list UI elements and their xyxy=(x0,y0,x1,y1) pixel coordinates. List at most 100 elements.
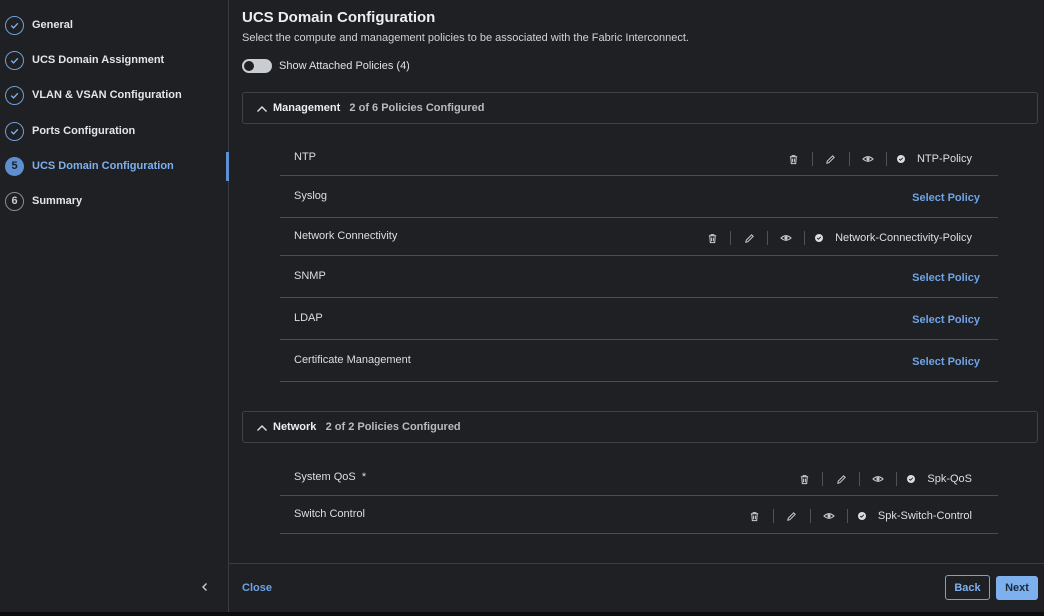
wizard-window: General UCS Domain Assignment VLAN & VSA… xyxy=(0,0,1044,612)
pencil-icon[interactable] xyxy=(823,151,839,167)
check-icon xyxy=(5,15,24,35)
attached-indicator-icon xyxy=(815,234,824,242)
eye-icon[interactable] xyxy=(860,151,876,167)
window-bottom-edge xyxy=(0,612,1044,616)
select-policy-link[interactable]: Select Policy xyxy=(912,356,980,368)
policy-actions: NTP-Policy xyxy=(786,151,972,167)
step-label: UCS Domain Configuration xyxy=(32,160,174,172)
attached-indicator-icon xyxy=(907,475,916,483)
policy-type-label: Syslog xyxy=(294,190,328,202)
policy-type-label: SNMP xyxy=(294,270,326,282)
separator xyxy=(848,152,850,166)
chevron-up-icon xyxy=(256,421,268,439)
pencil-icon[interactable] xyxy=(833,471,849,487)
trash-icon[interactable] xyxy=(704,230,720,246)
eye-icon[interactable] xyxy=(870,471,886,487)
policy-type-label: System QoS * xyxy=(294,471,367,483)
policy-row-snmp: SNMP Select Policy xyxy=(280,256,998,298)
check-icon xyxy=(5,50,24,70)
separator xyxy=(896,472,898,486)
separator xyxy=(767,231,769,245)
separator xyxy=(822,472,824,486)
separator xyxy=(730,231,732,245)
step-number-badge: 6 xyxy=(5,191,24,211)
check-icon xyxy=(5,121,24,141)
separator xyxy=(885,152,887,166)
separator xyxy=(846,509,848,523)
trash-icon[interactable] xyxy=(796,471,812,487)
network-section-header[interactable]: Network 2 of 2 Policies Configured xyxy=(242,411,1038,443)
policy-type-label: LDAP xyxy=(294,312,323,324)
active-step-indicator xyxy=(226,152,229,181)
collapse-sidebar-button[interactable] xyxy=(196,579,214,597)
step-label: Ports Configuration xyxy=(32,125,136,137)
attached-policy[interactable]: Spk-QoS xyxy=(907,473,972,485)
step-general[interactable]: General xyxy=(0,11,229,39)
footer-divider xyxy=(229,563,1044,564)
policy-type-label: NTP xyxy=(294,151,316,163)
policy-row-syslog: Syslog Select Policy xyxy=(280,176,998,218)
policy-row-system-qos: System QoS * Spk-QoS xyxy=(280,458,998,496)
attached-indicator-icon xyxy=(857,512,866,520)
management-section-header[interactable]: Management 2 of 6 Policies Configured xyxy=(242,92,1038,124)
eye-icon[interactable] xyxy=(821,508,837,524)
section-count: 2 of 2 Policies Configured xyxy=(325,421,461,433)
policy-actions: Spk-Switch-Control xyxy=(747,508,972,524)
section-count: 2 of 6 Policies Configured xyxy=(349,102,485,114)
back-button[interactable]: Back xyxy=(945,575,990,600)
step-summary[interactable]: 6 Summary xyxy=(0,187,229,215)
policy-row-network-connectivity: Network Connectivity Network-Connectivit… xyxy=(280,218,998,256)
attached-policy[interactable]: Network-Connectivity-Policy xyxy=(815,232,972,244)
page-title: UCS Domain Configuration xyxy=(242,9,436,26)
step-vlan-vsan-configuration[interactable]: VLAN & VSAN Configuration xyxy=(0,81,229,109)
trash-icon[interactable] xyxy=(786,151,802,167)
policy-row-ldap: LDAP Select Policy xyxy=(280,298,998,340)
show-attached-policies-toggle[interactable] xyxy=(242,59,272,73)
chevron-up-icon xyxy=(256,102,268,120)
separator xyxy=(809,509,811,523)
toggle-knob xyxy=(244,61,254,71)
step-label: Summary xyxy=(32,195,83,207)
pencil-icon[interactable] xyxy=(784,508,800,524)
section-title: Network 2 of 2 Policies Configured xyxy=(273,421,461,433)
step-number-badge: 5 xyxy=(5,156,24,176)
attached-policy[interactable]: Spk-Switch-Control xyxy=(857,510,972,522)
chevron-left-icon xyxy=(200,579,210,597)
trash-icon[interactable] xyxy=(747,508,763,524)
select-policy-link[interactable]: Select Policy xyxy=(912,272,980,284)
pencil-icon[interactable] xyxy=(741,230,757,246)
check-icon xyxy=(5,85,24,105)
next-button[interactable]: Next xyxy=(996,576,1038,600)
policy-actions: Network-Connectivity-Policy xyxy=(704,230,972,246)
step-label: General xyxy=(32,19,73,31)
step-label: VLAN & VSAN Configuration xyxy=(32,89,182,101)
policy-type-label: Switch Control xyxy=(294,508,365,520)
separator xyxy=(811,152,813,166)
select-policy-link[interactable]: Select Policy xyxy=(912,192,980,204)
policy-row-certificate-management: Certificate Management Select Policy xyxy=(280,340,998,382)
attached-policy-name: Network-Connectivity-Policy xyxy=(835,232,972,244)
attached-policy-name: Spk-QoS xyxy=(927,473,972,485)
policy-row-ntp: NTP NTP-Policy xyxy=(280,138,998,176)
toggle-label: Show Attached Policies (4) xyxy=(279,60,410,72)
step-ucs-domain-assignment[interactable]: UCS Domain Assignment xyxy=(0,46,229,74)
eye-icon[interactable] xyxy=(778,230,794,246)
separator xyxy=(859,472,861,486)
step-ucs-domain-configuration[interactable]: 5 UCS Domain Configuration xyxy=(0,152,229,180)
attached-indicator-icon xyxy=(896,155,905,163)
attached-policy[interactable]: NTP-Policy xyxy=(896,153,972,165)
required-marker: * xyxy=(361,471,367,483)
policy-actions: Spk-QoS xyxy=(796,471,972,487)
attached-policy-name: Spk-Switch-Control xyxy=(877,510,972,522)
policy-row-switch-control: Switch Control Spk-Switch-Control xyxy=(280,496,998,534)
wizard-sidebar: General UCS Domain Assignment VLAN & VSA… xyxy=(0,0,229,612)
separator xyxy=(772,509,774,523)
close-link[interactable]: Close xyxy=(242,582,272,594)
select-policy-link[interactable]: Select Policy xyxy=(912,314,980,326)
section-title: Management 2 of 6 Policies Configured xyxy=(273,102,485,114)
step-ports-configuration[interactable]: Ports Configuration xyxy=(0,117,229,145)
policy-type-label: Network Connectivity xyxy=(294,230,398,242)
attached-policy-name: NTP-Policy xyxy=(916,153,972,165)
separator xyxy=(804,231,806,245)
step-label: UCS Domain Assignment xyxy=(32,54,165,66)
